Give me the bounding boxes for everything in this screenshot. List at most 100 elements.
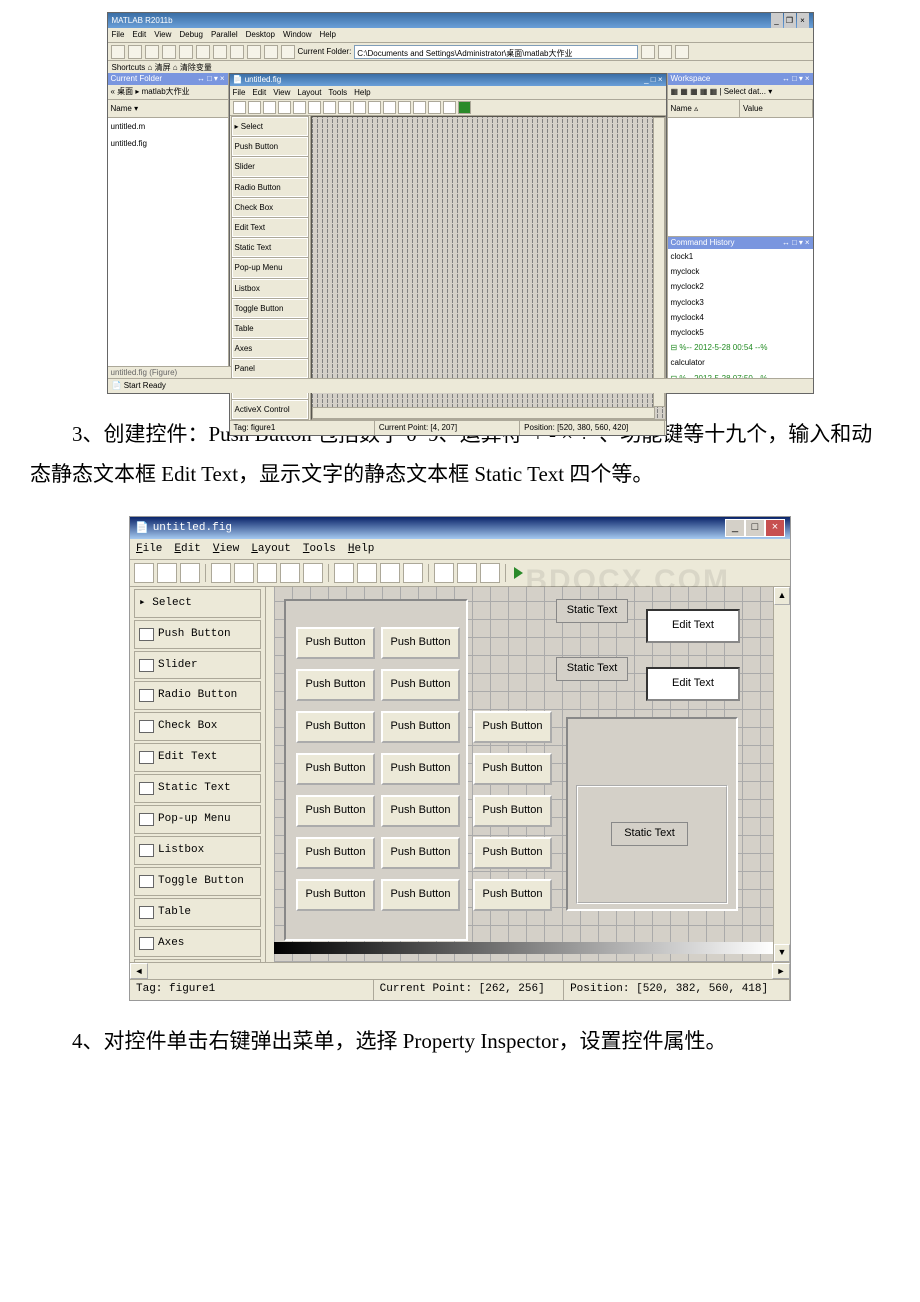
guide-toolbar[interactable] — [230, 100, 666, 116]
push-button[interactable]: Push Button — [296, 879, 375, 911]
menu-elp[interactable]: Help — [348, 543, 374, 555]
menu-iew[interactable]: View — [213, 543, 239, 555]
layout-canvas[interactable] — [311, 116, 666, 420]
edit-text[interactable]: Edit Text — [646, 609, 740, 643]
name-col[interactable]: Name ▾ — [108, 100, 228, 118]
palette-item[interactable]: Listbox — [134, 836, 261, 865]
push-button[interactable]: Push Button — [473, 795, 552, 827]
command-history-item[interactable]: myclock5 — [668, 325, 813, 340]
paste-icon[interactable] — [179, 45, 193, 59]
slider[interactable] — [274, 942, 773, 954]
palette-item[interactable]: Toggle Button — [134, 867, 261, 896]
command-history-item[interactable]: myclock4 — [668, 310, 813, 325]
palette-item[interactable]: Axes — [134, 929, 261, 958]
v-scrollbar[interactable] — [653, 117, 665, 407]
menu-ools[interactable]: Tools — [303, 543, 336, 555]
guide-toolbar[interactable] — [130, 560, 790, 587]
push-button[interactable]: Push Button — [296, 753, 375, 785]
minimize-icon[interactable]: _ — [644, 75, 648, 84]
push-button[interactable]: Push Button — [296, 795, 375, 827]
layout-canvas[interactable]: Push Button Push Button Push Button Push… — [266, 587, 773, 962]
palette-item[interactable]: Panel — [134, 959, 261, 961]
push-button[interactable]: Push Button — [473, 711, 552, 743]
h-scrollbar[interactable] — [312, 407, 655, 419]
menu-dit[interactable]: Edit — [174, 543, 200, 555]
push-button[interactable]: Push Button — [381, 879, 460, 911]
push-button[interactable]: Push Button — [296, 669, 375, 701]
undo-icon[interactable] — [196, 45, 210, 59]
push-button[interactable]: Push Button — [296, 627, 375, 659]
push-button[interactable]: Push Button — [381, 795, 460, 827]
palette-item[interactable]: Slider — [134, 651, 261, 680]
close-icon[interactable]: × — [658, 75, 663, 84]
up-folder-icon[interactable] — [675, 45, 689, 59]
guide-menubar[interactable]: FileEditViewLayoutToolsHelp — [230, 86, 666, 100]
new-icon[interactable] — [111, 45, 125, 59]
palette-item[interactable]: ▸ Select — [134, 589, 261, 618]
toolbar-editor-icon[interactable] — [403, 563, 423, 583]
paste-icon[interactable] — [257, 563, 277, 583]
push-button[interactable]: Push Button — [381, 711, 460, 743]
cut-icon[interactable] — [211, 563, 231, 583]
command-history[interactable]: clock1 myclock myclock2 myclock3 myclock… — [668, 249, 813, 379]
menu-ile[interactable]: File — [136, 543, 162, 555]
undock-icon[interactable]: □ — [207, 74, 212, 83]
tab-order-icon[interactable] — [380, 563, 400, 583]
browse-icon[interactable] — [658, 45, 672, 59]
new-icon[interactable] — [134, 563, 154, 583]
push-button[interactable]: Push Button — [381, 837, 460, 869]
file-item[interactable]: untitled.fig — [108, 135, 228, 152]
align-icon[interactable] — [334, 563, 354, 583]
open-icon[interactable] — [128, 45, 142, 59]
command-history-item[interactable]: myclock3 — [668, 295, 813, 310]
push-button[interactable]: Push Button — [473, 753, 552, 785]
menu-ayout[interactable]: Layout — [251, 543, 291, 555]
path-dropdown-icon[interactable] — [641, 45, 655, 59]
component-palette[interactable]: ▸ SelectPush ButtonSliderRadio ButtonChe… — [230, 116, 311, 420]
command-history-item[interactable]: clock1 — [668, 249, 813, 264]
copy-icon[interactable] — [234, 563, 254, 583]
ide-toolbar[interactable]: Current Folder: C:\Documents and Setting… — [108, 43, 813, 61]
maximize-icon[interactable]: □ — [745, 519, 765, 537]
file-list[interactable]: Name ▾ untitled.m untitled.fig — [108, 100, 228, 379]
command-history-item[interactable]: myclock — [668, 264, 813, 279]
palette-item[interactable]: Pop-up Menu — [134, 805, 261, 834]
push-button[interactable]: Push Button — [473, 837, 552, 869]
minimize-icon[interactable]: _ — [725, 519, 745, 537]
ide-menubar[interactable]: FileEditViewDebugParallelDesktopWindowHe… — [108, 28, 813, 43]
v-scrollbar[interactable]: ▲▼ — [773, 587, 790, 962]
redo-icon[interactable] — [213, 45, 227, 59]
undo-icon[interactable] — [280, 563, 300, 583]
push-button[interactable]: Push Button — [381, 627, 460, 659]
maximize-icon[interactable]: □ — [651, 75, 656, 84]
profiler-icon[interactable] — [264, 45, 278, 59]
cut-icon[interactable] — [145, 45, 159, 59]
push-button[interactable]: Push Button — [296, 837, 375, 869]
command-history-item[interactable]: calculator — [668, 355, 813, 370]
push-button[interactable]: Push Button — [296, 711, 375, 743]
guide-menubar[interactable]: File Edit View Layout Tools Help — [130, 539, 790, 560]
command-history-item[interactable]: ⊟ %-- 2012-5-28 00:54 --% — [668, 340, 813, 355]
redo-icon[interactable] — [303, 563, 323, 583]
edit-text[interactable]: Edit Text — [646, 667, 740, 701]
editor-icon[interactable] — [434, 563, 454, 583]
push-button[interactable]: Push Button — [473, 879, 552, 911]
run-icon[interactable] — [514, 567, 523, 579]
guide-icon[interactable] — [247, 45, 261, 59]
restore-icon[interactable]: ❐ — [784, 13, 796, 28]
palette-item[interactable]: Edit Text — [134, 743, 261, 772]
object-browser-icon[interactable] — [480, 563, 500, 583]
copy-icon[interactable] — [162, 45, 176, 59]
push-button[interactable]: Push Button — [381, 669, 460, 701]
minimize-icon[interactable]: _ — [771, 13, 783, 28]
cf-path[interactable]: « 桌面 ▸ matlab大作业 — [108, 85, 228, 100]
file-item[interactable]: untitled.m — [108, 118, 228, 135]
simulink-icon[interactable] — [230, 45, 244, 59]
current-folder-path[interactable]: C:\Documents and Settings\Administrator\… — [354, 45, 638, 59]
command-history-item[interactable]: myclock2 — [668, 279, 813, 294]
close-pane-icon[interactable]: × — [220, 74, 225, 83]
palette-item[interactable]: Table — [134, 898, 261, 927]
h-scrollbar[interactable]: ◄► — [130, 962, 790, 979]
property-inspector-icon[interactable] — [457, 563, 477, 583]
open-icon[interactable] — [157, 563, 177, 583]
